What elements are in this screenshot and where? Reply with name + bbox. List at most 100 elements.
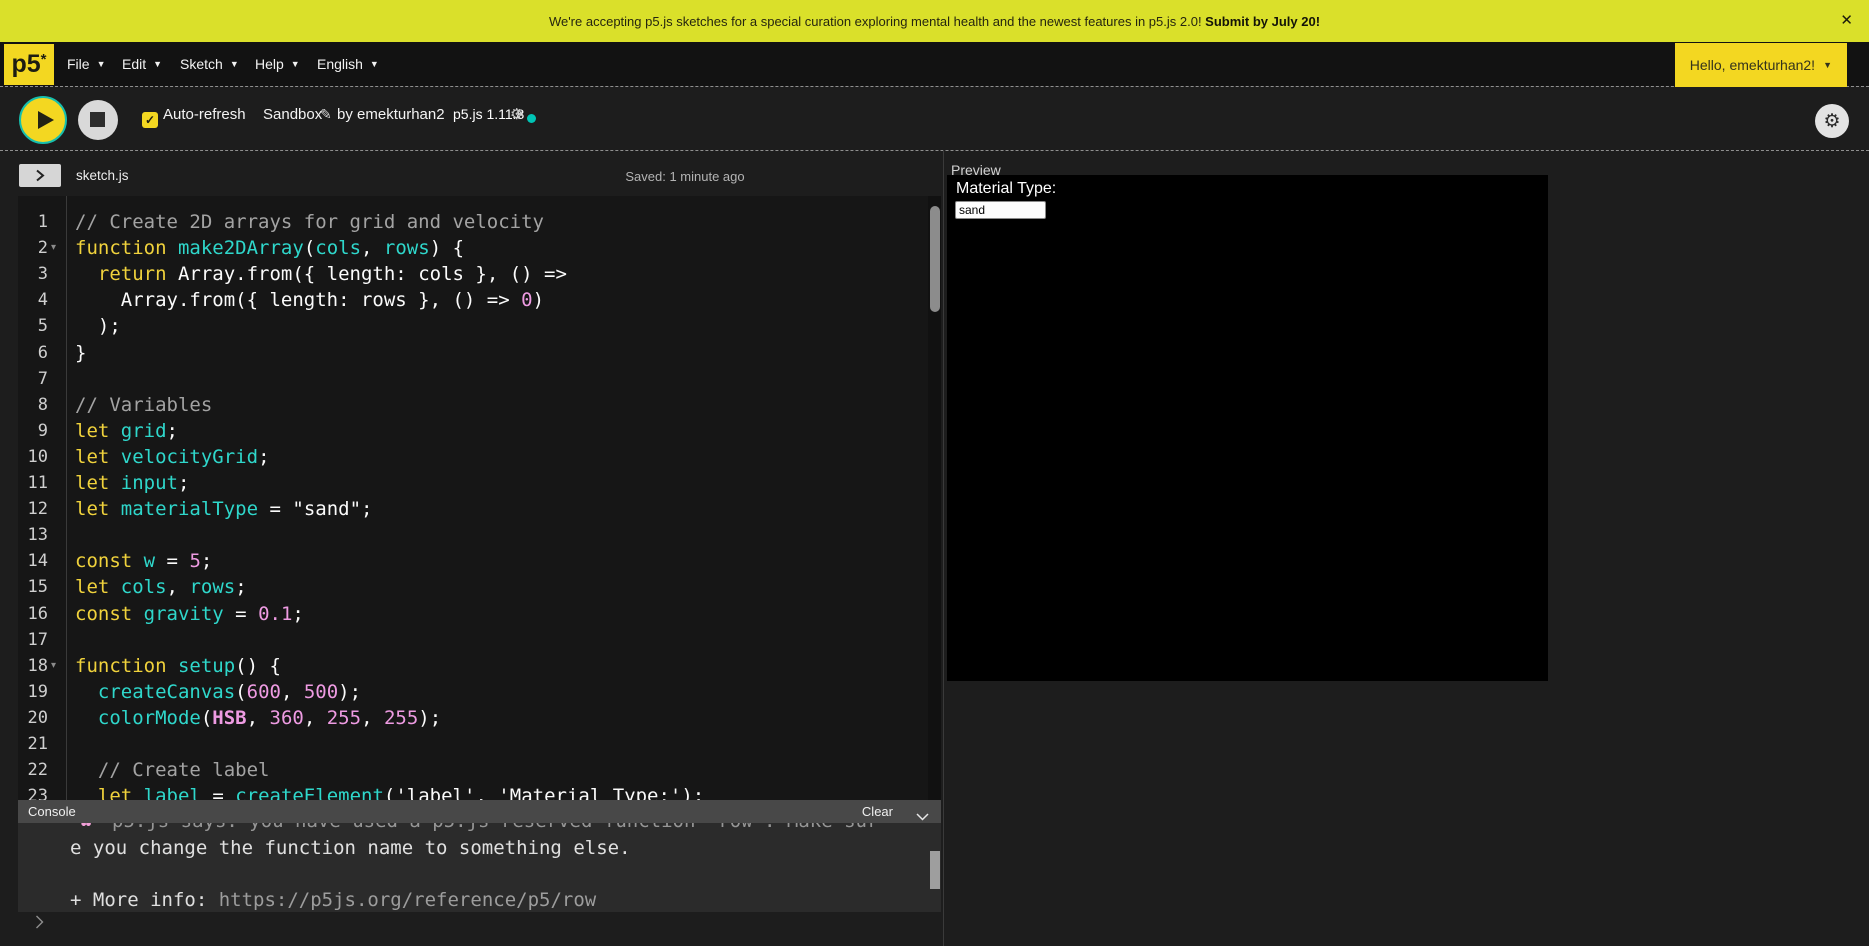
settings-button[interactable]: ⚙	[1815, 104, 1849, 138]
menu-english[interactable]: English ▼	[317, 54, 379, 74]
code-text: return Array.from({ length: cols }, () =…	[75, 261, 567, 287]
line-number: 4	[18, 287, 48, 313]
line-number: 16	[18, 601, 48, 627]
user-menu-button[interactable]: Hello, emekturhan2! ▼	[1675, 43, 1847, 87]
line-number: 14	[18, 548, 48, 574]
line-number: 17	[18, 627, 48, 653]
auto-refresh-checkbox[interactable]: ✓	[142, 112, 158, 128]
line-number: 10	[18, 444, 48, 470]
menu-edit[interactable]: Edit ▼	[122, 54, 162, 74]
code-line: 19 createCanvas(600, 500);	[18, 679, 941, 705]
chevron-down-icon: ▼	[153, 59, 162, 69]
code-line: 9let grid;	[18, 418, 941, 444]
code-line: 3 return Array.from({ length: cols }, ()…	[18, 261, 941, 287]
code-text: // Create 2D arrays for grid and velocit…	[75, 209, 544, 235]
console-input[interactable]	[35, 915, 44, 934]
console-clear-button[interactable]: Clear	[862, 804, 893, 819]
code-text: // Create label	[75, 757, 269, 783]
pane-divider[interactable]	[943, 150, 944, 946]
code-text: let input;	[75, 470, 189, 496]
code-text: function setup() {	[75, 653, 281, 679]
menu-label: Edit	[122, 56, 146, 72]
line-number: 19	[18, 679, 48, 705]
code-line: 13	[18, 522, 941, 548]
gear-icon: ⚙	[1823, 110, 1840, 133]
line-number: 6	[18, 340, 48, 366]
version-settings-gear-icon[interactable]: ⚙	[510, 105, 523, 123]
code-line: 22 // Create label	[18, 757, 941, 783]
console-collapse-icon[interactable]	[916, 808, 929, 826]
code-text: const gravity = 0.1;	[75, 601, 304, 627]
code-line: 17	[18, 627, 941, 653]
code-text: let cols, rows;	[75, 574, 247, 600]
project-name[interactable]: Sandbox	[263, 106, 322, 123]
code-text: createCanvas(600, 500);	[75, 679, 361, 705]
menu-label: English	[317, 56, 363, 72]
menu-file[interactable]: File▼	[67, 54, 105, 74]
project-owner[interactable]: by emekturhan2	[337, 106, 445, 123]
code-editor[interactable]: 1 // Create 2D arrays for grid and veloci…	[18, 196, 941, 800]
chevron-down-icon: ▼	[97, 59, 106, 69]
edit-project-name-icon[interactable]: ✎	[320, 106, 332, 123]
fold-arrow-icon[interactable]: ▾	[51, 235, 56, 261]
line-number: 1	[18, 209, 48, 235]
code-text: let label = createElement('label', 'Mate…	[75, 783, 704, 800]
line-number: 20	[18, 705, 48, 731]
tab-sketch-js[interactable]: sketch.js	[76, 168, 129, 183]
line-number: 23	[18, 783, 48, 800]
menu-label: Help	[255, 56, 284, 72]
announcement-text: We're accepting p5.js sketches for a spe…	[549, 14, 1320, 29]
code-text: let materialType = "sand";	[75, 496, 372, 522]
line-number: 3	[18, 261, 48, 287]
line-number: 12	[18, 496, 48, 522]
tab-bar: sketch.js Saved: 1 minute ago Preview	[0, 150, 1869, 196]
menu-sketch[interactable]: Sketch▼	[180, 54, 239, 74]
line-number: 18	[18, 653, 48, 679]
code-line: 15let cols, rows;	[18, 574, 941, 600]
version-status-dot	[527, 114, 536, 123]
console-output: ✿ p5.js says: you have used a p5.js rese…	[18, 823, 941, 912]
friendly-error-flower-icon: ✿	[79, 823, 93, 834]
console-scrollbar-thumb[interactable]	[930, 851, 940, 889]
line-number: 8	[18, 392, 48, 418]
stop-button[interactable]	[78, 100, 118, 140]
code-line: 6}	[18, 340, 941, 366]
line-number: 5	[18, 313, 48, 339]
more-info-link[interactable]: https://p5js.org/reference/p5/row	[219, 889, 597, 911]
material-type-label: Material Type:	[956, 180, 1056, 198]
console-message-line: e you change the function name to someth…	[70, 835, 631, 861]
chevron-down-icon: ▼	[370, 59, 379, 69]
code-text: function make2DArray(cols, rows) {	[75, 235, 464, 261]
line-number: 22	[18, 757, 48, 783]
code-line: 16 const gravity = 0.1;	[18, 601, 941, 627]
chevron-right-icon	[35, 169, 45, 182]
sketch-canvas[interactable]	[947, 175, 1548, 681]
line-number: 7	[18, 366, 48, 392]
console-more-info-line: + More info: https://p5js.org/reference/…	[70, 887, 596, 912]
code-line: 8// Variables	[18, 392, 941, 418]
close-icon[interactable]: ✕	[1840, 11, 1853, 29]
code-text: );	[75, 313, 121, 339]
stop-icon	[90, 112, 105, 127]
play-button[interactable]	[19, 96, 67, 144]
code-line: 23 let label = createElement('label', 'M…	[18, 783, 941, 800]
line-number: 11	[18, 470, 48, 496]
menu-label: Sketch	[180, 56, 223, 72]
code-line: 2▾ function make2DArray(cols, rows) {	[18, 235, 941, 261]
code-line: 18▾ function setup() {	[18, 653, 941, 679]
console-prompt-icon	[35, 915, 44, 929]
chevron-down-icon: ▼	[1823, 60, 1832, 70]
line-number: 2	[18, 235, 48, 261]
menu-help[interactable]: Help▼	[255, 54, 300, 74]
sidebar-expand-button[interactable]	[19, 164, 61, 187]
material-type-input[interactable]	[955, 201, 1046, 219]
code-line: 1 // Create 2D arrays for grid and veloci…	[18, 209, 941, 235]
code-line: 14 const w = 5;	[18, 548, 941, 574]
p5-logo[interactable]: p5*	[4, 44, 54, 85]
play-icon	[38, 111, 54, 129]
fold-arrow-icon[interactable]: ▾	[51, 653, 56, 679]
code-line: 10let velocityGrid;	[18, 444, 941, 470]
code-line: 11 let input;	[18, 470, 941, 496]
code-text: const w = 5;	[75, 548, 212, 574]
editor-scrollbar-thumb[interactable]	[930, 206, 940, 312]
